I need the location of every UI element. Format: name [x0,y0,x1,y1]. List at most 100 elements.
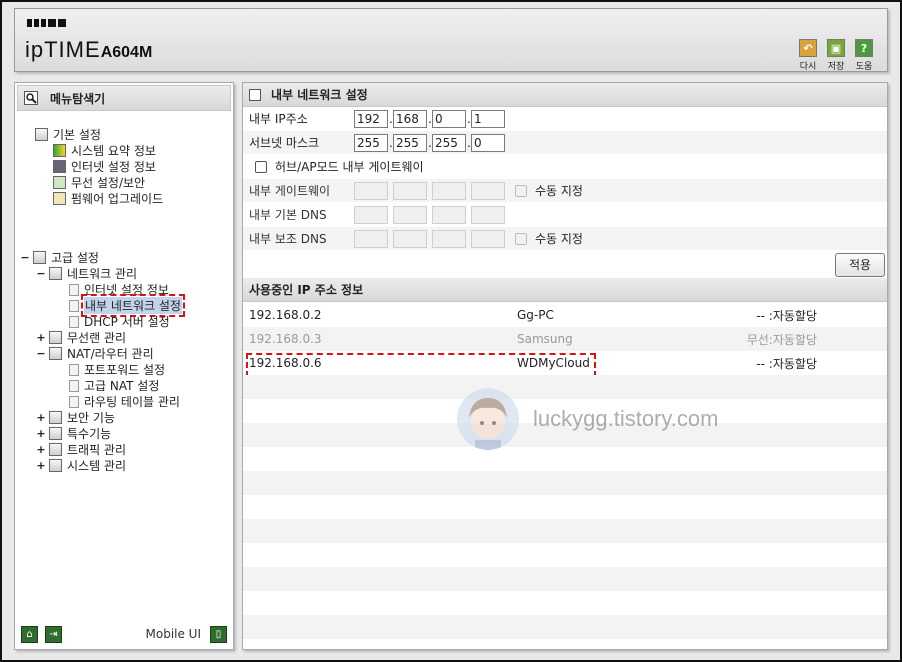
tree-label: 인터넷 설정 정보 [84,283,169,297]
ip-octet-3-input[interactable]: 0 [432,109,466,128]
undo-icon: ↶ [799,39,817,57]
tree-label: 네트워크 관리 [67,267,138,281]
dns1-octet-3-input[interactable] [432,205,466,224]
ip-octet-4-input[interactable]: 1 [471,109,505,128]
home-icon[interactable]: ⌂ [21,626,38,643]
tree-traffic[interactable]: + 트래픽 관리 [35,441,126,458]
help-label: 도움 [855,62,873,72]
name-cell: Gg-PC [517,308,554,322]
empty-row [243,615,887,639]
expand-toggle[interactable]: + [35,443,47,456]
traffic-icon [49,443,62,456]
logo-dots [27,19,66,27]
ip-octet-2-input[interactable]: 168 [393,109,427,128]
table-row[interactable]: 192.168.0.6 WDMyCloud -- :자동할당 [243,351,887,377]
gateway-octet-3-input[interactable] [432,181,466,200]
tree-item-wireless-security[interactable]: 무선 설정/보안 [53,174,145,191]
mask-octet-2-input[interactable]: 255 [393,133,427,152]
router-admin-window: ipTIMEA604M ↶ 다시 ▣ 저장 ? 도움 메뉴탐색기 기본 설정 시… [0,0,902,662]
expand-toggle[interactable]: + [35,411,47,424]
sidebar-footer: ⌂ ⇥ Mobile UI ▯ [21,623,227,643]
tree-network-management[interactable]: − 네트워크 관리 [35,265,137,282]
logo-model: A604M [100,44,153,61]
dns2-octet-3-input[interactable] [432,229,466,248]
tree-item-internet-info[interactable]: 인터넷 설정 정보 [53,158,156,175]
ip-cell: 192.168.0.2 [249,308,322,322]
chart-icon [53,144,66,157]
mobile-ui-link[interactable]: Mobile UI [146,627,202,641]
page-icon [69,315,79,328]
collapse-toggle[interactable]: − [35,347,47,360]
iptime-logo: ipTIMEA604M [25,37,152,63]
hub-mode-row: 허브/AP모드 내부 게이트웨이 [243,155,887,179]
collapse-toggle[interactable]: − [19,251,31,264]
expand-toggle[interactable]: + [35,427,47,440]
mask-octet-1-input[interactable]: 255 [354,133,388,152]
undo-button[interactable]: ↶ 다시 [797,39,819,72]
mask-octet-3-input[interactable]: 255 [432,133,466,152]
hub-mode-label: 허브/AP모드 내부 게이트웨이 [275,160,424,174]
section-title-bar: 내부 네트워크 설정 [243,83,887,107]
tree-item-routing-table[interactable]: 라우팅 테이블 관리 [69,393,180,410]
tree-special-functions[interactable]: + 특수기능 [35,425,111,442]
collapse-toggle[interactable]: − [35,267,47,280]
tree-item-firmware-upgrade[interactable]: 펌웨어 업그레이드 [53,190,163,207]
dns1-octet-4-input[interactable] [471,205,505,224]
network-icon [49,267,62,280]
tree-label: DHCP 서버 설정 [84,315,170,329]
expand-toggle[interactable]: + [35,331,47,344]
name-cell: Samsung [517,332,573,346]
mobile-icon[interactable]: ▯ [210,626,227,643]
empty-row [243,495,887,519]
logout-icon[interactable]: ⇥ [45,626,62,643]
menu-explorer-title: 메뉴탐색기 [50,91,106,106]
dns2-octet-1-input[interactable] [354,229,388,248]
router-icon [49,347,62,360]
dns1-octet-1-input[interactable] [354,205,388,224]
tree-label: 무선랜 관리 [67,331,127,345]
gateway-octet-2-input[interactable] [393,181,427,200]
special-icon [49,427,62,440]
page-title: 내부 네트워크 설정 [271,88,368,102]
dns2-octet-4-input[interactable] [471,229,505,248]
dns2-row: 내부 보조 DNS 수동 지정 [243,227,887,251]
lock-icon [49,411,62,424]
dns1-octet-2-input[interactable] [393,205,427,224]
tree-item-dhcp-server[interactable]: DHCP 서버 설정 [69,313,170,330]
gateway-octet-4-input[interactable] [471,181,505,200]
dns-manual-checkbox[interactable] [515,232,527,245]
tree-security[interactable]: + 보안 기능 [35,409,115,426]
table-row[interactable]: 192.168.0.3 Samsung 무선:자동할당 [243,327,887,351]
ip-address-row: 내부 IP주소 192. 168. 0. 1 [243,107,887,131]
empty-row [243,519,887,543]
gateway-octet-1-input[interactable] [354,181,388,200]
hub-mode-checkbox[interactable] [255,160,267,173]
table-row[interactable]: 192.168.0.2 Gg-PC -- :자동할당 [243,303,887,327]
dns2-label: 내부 보조 DNS [249,232,327,246]
logo-brand: ipTIME [25,37,101,62]
tree-item-internet-setup[interactable]: 인터넷 설정 정보 [69,281,169,298]
tree-system[interactable]: + 시스템 관리 [35,457,126,474]
dns2-octet-2-input[interactable] [393,229,427,248]
save-button[interactable]: ▣ 저장 [825,39,847,72]
tree-item-system-summary[interactable]: 시스템 요약 정보 [53,142,156,159]
folder-icon [35,128,48,141]
avatar [457,388,519,450]
tree-label: 라우팅 테이블 관리 [84,395,180,409]
tree-basic-settings[interactable]: 기본 설정 [35,126,101,143]
status-cell: 무선:자동할당 [746,332,817,347]
empty-row [243,567,887,591]
tree-advanced-settings[interactable]: − 고급 설정 [19,249,99,266]
tree-item-advanced-nat[interactable]: 고급 NAT 설정 [69,377,159,394]
expand-toggle[interactable]: + [35,459,47,472]
tree-nat-router[interactable]: − NAT/라우터 관리 [35,345,154,362]
apply-button[interactable]: 적용 [835,253,885,277]
mask-octet-4-input[interactable]: 0 [471,133,505,152]
gateway-manual-checkbox[interactable] [515,184,527,197]
folder-icon [33,251,46,264]
ip-octet-1-input[interactable]: 192 [354,109,388,128]
tree-item-port-forward[interactable]: 포트포워드 설정 [69,361,165,378]
help-button[interactable]: ? 도움 [853,39,875,72]
tree-item-internal-network[interactable]: 내부 네트워크 설정 [69,294,185,317]
tree-wireless-lan[interactable]: + 무선랜 관리 [35,329,126,346]
